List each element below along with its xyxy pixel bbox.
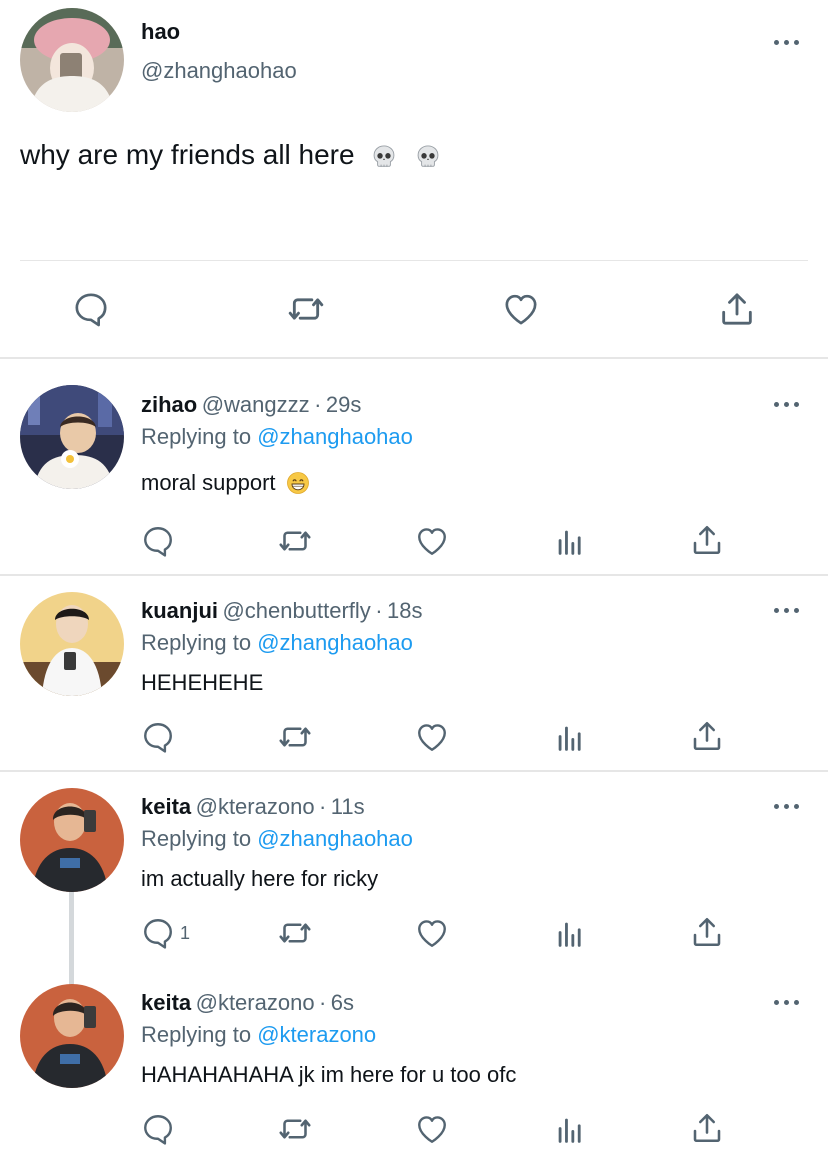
author-handle[interactable]: @zhanghaohao xyxy=(141,58,297,84)
mention-link[interactable]: @zhanghaohao xyxy=(257,424,413,449)
reply-author-name[interactable]: kuanjui xyxy=(141,598,218,623)
separator-dot: · xyxy=(375,598,383,623)
heart-icon[interactable] xyxy=(414,719,450,755)
mention-link[interactable]: @kterazono xyxy=(257,1022,376,1047)
share-icon[interactable] xyxy=(689,914,725,950)
retweet-icon[interactable] xyxy=(276,523,314,559)
avatar[interactable] xyxy=(20,788,124,892)
reply-header: zihao @wangzzz · 29s xyxy=(141,392,361,418)
more-icon[interactable] xyxy=(774,37,800,47)
analytics-icon[interactable] xyxy=(553,721,587,755)
share-icon[interactable] xyxy=(689,1110,725,1146)
reply-header: keita @kterazono · 11s xyxy=(141,794,365,820)
more-icon[interactable] xyxy=(774,399,800,409)
reply-text: im actually here for ricky xyxy=(141,866,379,891)
retweet-icon[interactable] xyxy=(276,1111,314,1147)
reply-text: moral support xyxy=(141,470,310,496)
avatar[interactable] xyxy=(20,592,124,696)
reply-author-handle[interactable]: @wangzzz xyxy=(202,392,310,417)
avatar[interactable] xyxy=(20,8,124,112)
reply-icon[interactable] xyxy=(140,523,176,559)
analytics-icon[interactable] xyxy=(553,525,587,559)
reply-author-handle[interactable]: @chenbutterfly xyxy=(222,598,370,623)
replying-to-label: Replying to xyxy=(141,424,252,449)
retweet-icon[interactable] xyxy=(276,915,314,951)
reply-icon[interactable] xyxy=(140,1111,176,1147)
reply-author-name[interactable]: zihao xyxy=(141,392,197,417)
tweet-text-content: why are my friends all here xyxy=(20,139,355,170)
avatar[interactable] xyxy=(20,385,124,489)
analytics-icon[interactable] xyxy=(553,917,587,951)
reply-author-name[interactable]: keita xyxy=(141,990,191,1015)
reply-count: 1 xyxy=(180,923,191,943)
reply-icon[interactable] xyxy=(71,289,111,329)
separator-dot: · xyxy=(319,794,327,819)
replying-to-label: Replying to xyxy=(141,630,252,655)
heart-icon[interactable] xyxy=(414,523,450,559)
reply-text: HEHEHEHE xyxy=(141,670,264,695)
divider xyxy=(0,770,828,772)
avatar[interactable] xyxy=(20,984,124,1088)
separator-dot: · xyxy=(314,392,322,417)
reply-author-name[interactable]: keita xyxy=(141,794,191,819)
retweet-icon[interactable] xyxy=(276,719,314,755)
mention-link[interactable]: @zhanghaohao xyxy=(257,826,413,851)
reply-author-handle[interactable]: @kterazono xyxy=(196,794,315,819)
skull-emoji xyxy=(370,143,398,171)
divider xyxy=(0,574,828,576)
share-icon[interactable] xyxy=(717,289,757,329)
mention-link[interactable]: @zhanghaohao xyxy=(257,630,413,655)
more-icon[interactable] xyxy=(774,997,800,1007)
grinning-face-emoji xyxy=(286,471,310,495)
skull-emoji xyxy=(414,143,442,171)
more-icon[interactable] xyxy=(774,801,800,811)
reply-header: kuanjui @chenbutterfly · 18s xyxy=(141,598,422,624)
reply-header: keita @kterazono · 6s xyxy=(141,990,354,1016)
replying-to: Replying to @zhanghaohao xyxy=(141,424,413,450)
heart-icon[interactable] xyxy=(414,1111,450,1147)
thread-line xyxy=(69,890,74,986)
heart-icon[interactable] xyxy=(414,915,450,951)
more-icon[interactable] xyxy=(774,605,800,615)
separator-dot: · xyxy=(319,990,327,1015)
divider xyxy=(20,260,808,261)
heart-icon[interactable] xyxy=(501,289,541,329)
share-icon[interactable] xyxy=(689,522,725,558)
divider xyxy=(0,357,828,359)
replying-to-label: Replying to xyxy=(141,826,252,851)
timestamp[interactable]: 18s xyxy=(387,598,422,623)
reply-icon[interactable] xyxy=(140,719,176,755)
timestamp[interactable]: 29s xyxy=(326,392,361,417)
share-icon[interactable] xyxy=(689,718,725,754)
analytics-icon[interactable] xyxy=(553,1113,587,1147)
replying-to: Replying to @kterazono xyxy=(141,1022,376,1048)
reply-icon[interactable] xyxy=(140,915,176,951)
tweet-text: why are my friends all here xyxy=(20,139,442,171)
reply-text: HAHAHAHAHA jk im here for u too ofc xyxy=(141,1062,517,1087)
reply-author-handle[interactable]: @kterazono xyxy=(196,990,315,1015)
timestamp[interactable]: 11s xyxy=(331,794,365,819)
replying-to: Replying to @zhanghaohao xyxy=(141,630,413,656)
reply-text-content: moral support xyxy=(141,470,276,495)
timestamp[interactable]: 6s xyxy=(331,990,354,1015)
replying-to: Replying to @zhanghaohao xyxy=(141,826,413,852)
replying-to-label: Replying to xyxy=(141,1022,252,1047)
retweet-icon[interactable] xyxy=(285,289,327,329)
author-name[interactable]: hao xyxy=(141,19,180,45)
